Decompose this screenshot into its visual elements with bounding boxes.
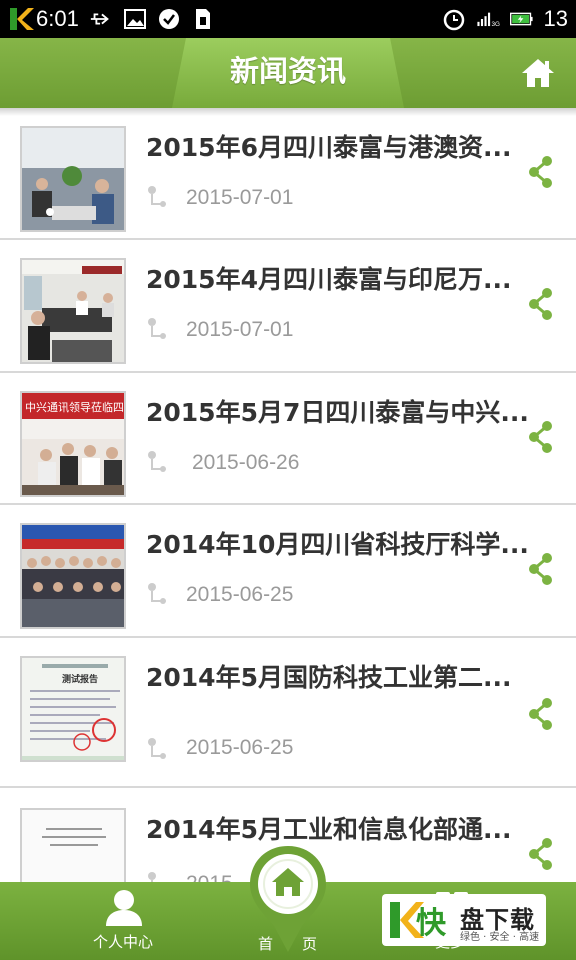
news-item[interactable]: 测试报告 2014年5月国防科技工业第二... 2015-06-25	[0, 638, 576, 788]
person-icon	[106, 890, 142, 926]
date-connector-icon	[146, 316, 168, 342]
check-circle-icon	[157, 7, 181, 31]
news-date: 2015-07-01	[186, 318, 294, 341]
news-title[interactable]: 2015年6月四川泰富与港澳资...	[146, 128, 546, 164]
share-icon[interactable]	[528, 553, 554, 585]
kuai-k-logo-icon	[8, 6, 34, 32]
news-title[interactable]: 2015年4月四川泰富与印尼万...	[146, 260, 546, 296]
news-item[interactable]: 2015年6月四川泰富与港澳资... 2015-07-01	[0, 108, 576, 240]
news-thumbnail	[20, 126, 126, 232]
news-date: 2015-06-26	[192, 451, 300, 474]
news-item[interactable]: 2015年4月四川泰富与印尼万... 2015-07-01	[0, 240, 576, 373]
alarm-clock-icon	[442, 7, 466, 31]
nav-home-label: 页	[302, 935, 318, 953]
battery-charging-icon	[509, 7, 534, 31]
share-icon[interactable]	[528, 421, 554, 453]
watermark-logo: 快 盘下载 绿色 · 安全 · 高速	[382, 894, 546, 946]
usb-icon	[89, 7, 113, 31]
news-item[interactable]: 2014年10月四川省科技厅科学... 2015-06-25	[0, 505, 576, 638]
svg-text:中兴通讯领导莅临四川泰富: 中兴通讯领导莅临四川泰富	[25, 400, 126, 414]
news-item[interactable]: 中兴通讯领导莅临四川泰富 2015年5月7日四川泰富与中兴... 2015-06…	[0, 373, 576, 505]
share-icon[interactable]	[528, 288, 554, 320]
status-bar: 6:01 3G 13	[0, 0, 576, 38]
nav-personal-center[interactable]: 个人中心	[78, 882, 168, 960]
share-icon[interactable]	[528, 156, 554, 188]
page-title: 新闻资讯	[229, 54, 346, 88]
news-title[interactable]: 2014年10月四川省科技厅科学...	[146, 525, 546, 561]
app-header: 新闻资讯	[0, 38, 576, 108]
home-icon[interactable]	[520, 56, 556, 90]
news-title[interactable]: 2014年5月国防科技工业第二...	[146, 658, 546, 694]
news-title[interactable]: 2014年5月工业和信息化部通...	[146, 810, 546, 846]
watermark-kuai: 快	[416, 906, 446, 941]
news-thumbnail	[20, 808, 126, 882]
news-date: 2015-07-01	[186, 186, 294, 209]
date-connector-icon	[146, 870, 168, 882]
signal-3g-icon: 3G	[476, 7, 500, 31]
news-thumbnail	[20, 523, 126, 629]
header-shadow	[0, 108, 576, 116]
share-icon[interactable]	[528, 698, 554, 730]
nav-label: 个人中心	[92, 933, 153, 951]
sim-card-icon	[191, 7, 215, 31]
news-thumbnail	[20, 258, 126, 364]
battery-percent: 13	[543, 6, 568, 31]
date-connector-icon	[146, 736, 168, 762]
news-thumbnail: 测试报告	[20, 656, 126, 762]
news-date: 2015-...	[186, 872, 257, 882]
date-connector-icon	[146, 581, 168, 607]
status-time: 6:01	[36, 6, 79, 31]
news-date: 2015-06-25	[186, 736, 294, 759]
svg-text:3G: 3G	[491, 21, 499, 28]
watermark-sub: 绿色 · 安全 · 高速	[460, 932, 540, 943]
news-date: 2015-06-25	[186, 583, 294, 606]
date-connector-icon	[146, 449, 168, 475]
nav-home-label: 首	[258, 935, 274, 953]
share-icon[interactable]	[528, 838, 554, 870]
image-icon	[123, 7, 147, 31]
news-list[interactable]: 2015年6月四川泰富与港澳资... 2015-07-01 2015年4月四川泰…	[0, 108, 576, 882]
news-title[interactable]: 2015年5月7日四川泰富与中兴...	[146, 393, 546, 429]
news-thumbnail: 中兴通讯领导莅临四川泰富	[20, 391, 126, 497]
svg-text:测试报告: 测试报告	[62, 673, 98, 685]
date-connector-icon	[146, 184, 168, 210]
